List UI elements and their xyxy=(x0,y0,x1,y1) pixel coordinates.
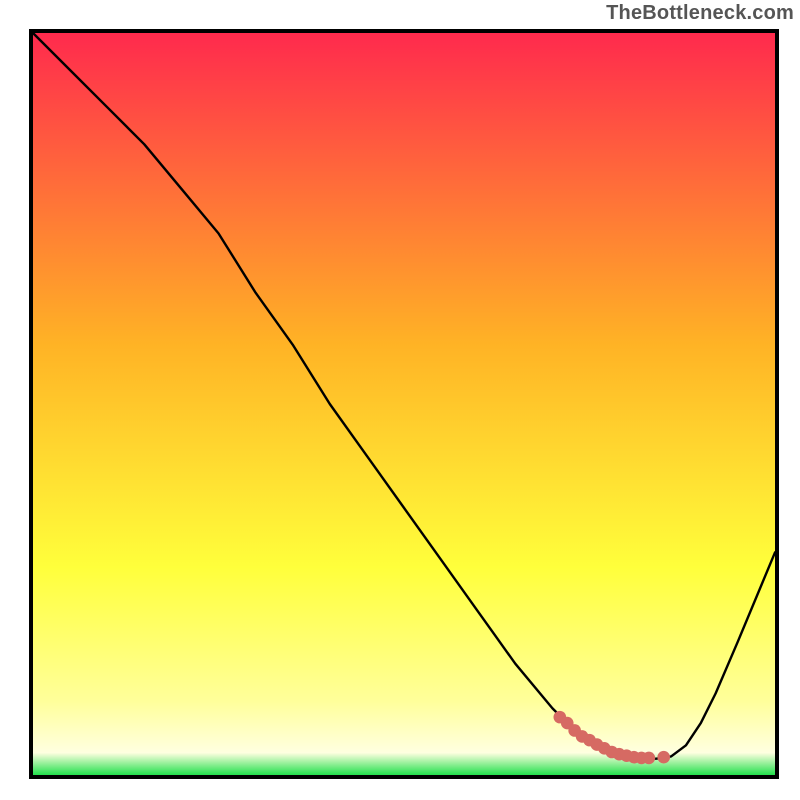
highlight-marker xyxy=(643,752,656,765)
chart-frame: TheBottleneck.com xyxy=(0,0,800,800)
plot-area xyxy=(29,29,779,779)
highlight-markers xyxy=(554,711,670,764)
watermark-text: TheBottleneck.com xyxy=(606,2,794,25)
curve-layer xyxy=(33,33,775,775)
bottleneck-curve-line xyxy=(33,33,775,759)
highlight-marker xyxy=(657,751,670,764)
